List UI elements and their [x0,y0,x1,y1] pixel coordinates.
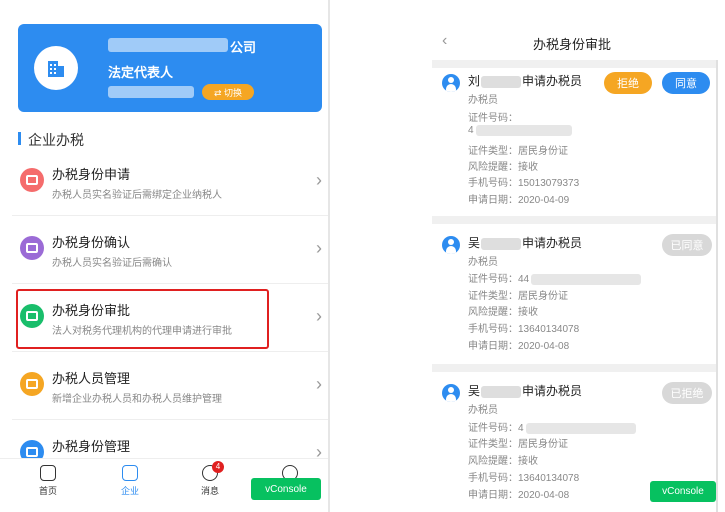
menu-item-desc: 新增企业办税人员和办税人员维护管理 [52,394,222,405]
approval-record: 吴申请办税员 已同意 办税员 证件号码：44 证件类型：居民身份证 风险提醒：接… [432,230,716,370]
scrollbar[interactable] [328,0,330,512]
record-date: 申请日期：2020-04-08 [468,341,570,352]
company-name-suffix: 公司 [230,40,257,55]
cert-redacted [531,273,642,285]
company-name-redacted [108,38,228,52]
record-phone: 手机号码：13640134078 [468,324,580,335]
tab-enterprise[interactable]: 企业 [110,465,150,497]
record-name: 刘申请办税员 [468,74,583,88]
record-name: 吴申请办税员 [468,236,583,250]
menu-item-tax-identity-confirm[interactable]: 办税身份确认 办税人员实名验证后需确认 › [12,218,328,284]
avatar-icon [442,236,460,254]
approval-record: 刘申请办税员 拒绝 同意 办税员 证件号码： 4 证件类型：居民身份证 风险提醒… [432,68,716,216]
scrollbar[interactable] [716,60,718,512]
menu-item-desc: 办税人员实名验证后需确认 [52,258,172,269]
highlight-box [16,289,269,349]
section-title: 企业办税 [18,130,84,150]
tab-messages[interactable]: 消息 4 [190,461,230,497]
record-date: 申请日期：2020-04-09 [468,195,570,206]
unread-badge: 4 [212,461,224,473]
record-cert-type: 证件类型：居民身份证 [468,439,568,450]
vconsole-button[interactable]: vConsole [650,481,716,502]
record-phone: 手机号码：13640134078 [468,473,580,484]
record-role: 办税员 [468,257,498,268]
record-phone: 手机号码：15013079373 [468,178,580,189]
record-cert-type: 证件类型：居民身份证 [468,146,568,157]
record-cert-label: 证件号码： [468,113,518,124]
cert-redacted [475,125,572,136]
menu-item-title: 办税身份管理 [52,439,131,454]
avatar-icon [442,384,460,402]
record-risk-reminder: 风险提醒：接收 [468,307,538,318]
menu-item-tax-staff-management[interactable]: 办税人员管理 新增企业办税人员和办税人员维护管理 › [12,354,328,420]
menu-item-tax-identity-apply[interactable]: 办税身份申请 办税人员实名验证后需绑定企业纳税人 › [12,150,328,216]
record-role: 办税员 [468,405,498,416]
chevron-right-icon: › [316,238,322,258]
name-redacted [481,385,522,398]
chevron-right-icon: › [316,170,322,190]
record-date: 申请日期：2020-04-08 [468,490,570,501]
vconsole-button[interactable]: vConsole [251,478,321,500]
record-risk-reminder: 风险提醒：接收 [468,456,538,467]
chevron-right-icon: › [316,374,322,394]
page-title: 办税身份审批 [532,37,611,52]
divider [432,216,716,224]
reject-button[interactable]: 拒绝 [604,72,652,94]
record-risk-reminder: 风险提醒：接收 [468,162,538,173]
cert-redacted [525,422,636,434]
divider [432,60,716,68]
menu-item-title: 办税身份确认 [52,235,131,250]
status-badge-approved: 已同意 [662,234,712,256]
company-id-redacted [108,86,194,98]
enterprise-page: 公司 法定代表人 ⇄ 切换 企业办税 办税身份申请 办税人员实名验证后需绑定企业… [0,0,338,512]
menu-item-title: 办税人员管理 [52,371,131,386]
record-role: 办税员 [468,95,498,106]
menu-item-title: 办税身份申请 [52,167,131,182]
chevron-right-icon: › [316,306,322,326]
company-role: 法定代表人 [108,65,174,80]
building-icon [34,46,78,90]
id-card-icon [20,168,44,192]
agree-button[interactable]: 同意 [662,72,710,94]
switch-company-button[interactable]: ⇄ 切换 [202,84,254,100]
record-cert-type: 证件类型：居民身份证 [468,291,568,302]
record-cert-number: 4 [468,125,572,136]
person-icon [20,372,44,396]
status-badge-rejected: 已拒绝 [662,382,712,404]
clipboard-icon [20,236,44,260]
enterprise-icon [122,465,138,481]
company-card[interactable]: 公司 法定代表人 ⇄ 切换 [18,24,322,112]
name-redacted [481,75,522,88]
home-icon [40,465,56,481]
name-redacted [481,237,522,250]
record-cert-number: 证件号码：44 [468,270,642,285]
menu-item-desc: 办税人员实名验证后需绑定企业纳税人 [52,190,222,201]
record-cert-number: 证件号码：4 [468,419,636,434]
approval-page: ‹ 办税身份审批 刘申请办税员 拒绝 同意 办税员 证件号码： 4 证件类型：居… [432,0,725,512]
avatar-icon [442,74,460,92]
tab-home[interactable]: 首页 [28,465,68,497]
divider [432,364,716,372]
record-name: 吴申请办税员 [468,384,583,398]
